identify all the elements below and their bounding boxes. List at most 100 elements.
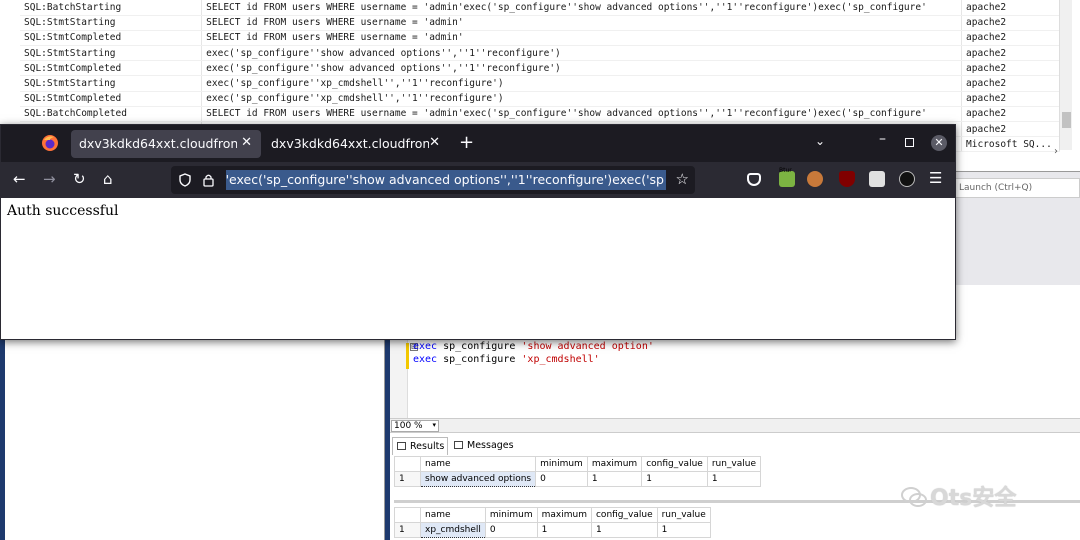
reload-icon[interactable]: ↻ <box>73 170 86 188</box>
table-row[interactable]: 1 xp_cmdshell 0 1 1 1 <box>394 522 711 538</box>
messages-icon <box>454 441 463 449</box>
grid-cell[interactable]: show advanced options <box>419 471 537 487</box>
trace-app-cell[interactable]: Microsoft SQ... <box>961 136 1060 153</box>
trace-textdata-cell[interactable]: exec('sp_configure''xp_cmdshell'',''1''r… <box>201 75 962 92</box>
trace-row[interactable]: SQL:StmtStarting exec('sp_configure''xp_c… <box>20 75 1060 92</box>
cat-extension-icon[interactable] <box>899 171 915 187</box>
trace-app-cell[interactable]: apache2 <box>961 91 1060 107</box>
url-input[interactable]: min'exec('sp_configure''show advanced op… <box>226 170 666 190</box>
forward-arrow-icon[interactable]: → <box>43 170 56 188</box>
trace-event-cell[interactable]: SQL:BatchStarting <box>20 0 203 16</box>
trace-textdata-cell[interactable]: SELECT id FROM users WHERE username = 'a… <box>201 0 962 16</box>
grid-cell[interactable]: 1 <box>641 471 708 487</box>
trace-app-cell[interactable]: apache2 <box>961 15 1060 31</box>
trace-textdata-cell[interactable]: SELECT id FROM users WHERE username = 'a… <box>201 106 962 123</box>
column-header[interactable]: run_value <box>656 507 711 523</box>
chevron-down-icon[interactable]: ⌄ <box>815 134 825 148</box>
trace-app-cell[interactable]: apache2 <box>961 121 1060 138</box>
trace-row[interactable]: SQL:BatchCompleted SELECT id FROM users W… <box>20 106 1060 123</box>
code-line-1[interactable]: exec sp_configure 'show advanced option' <box>413 341 654 352</box>
grid-cell[interactable]: 0 <box>484 522 538 538</box>
extension-box-icon[interactable] <box>869 171 885 187</box>
tab-title: dxv3kdkd64xxt.cloudfront.n <box>271 136 429 151</box>
trace-row[interactable]: SQL:StmtCompleted exec('sp_configure''xp_… <box>20 91 1060 107</box>
trace-app-cell[interactable]: apache2 <box>961 0 1060 16</box>
column-header[interactable]: config_value <box>641 456 708 472</box>
row-number[interactable]: 1 <box>394 522 421 538</box>
trace-app-cell[interactable]: apache2 <box>961 30 1060 47</box>
close-window-button[interactable]: ✕ <box>931 135 947 151</box>
new-tab-button[interactable]: + <box>459 132 474 153</box>
grid-cell[interactable]: 1 <box>536 522 592 538</box>
column-header[interactable]: minimum <box>484 507 538 523</box>
trace-row[interactable]: SQL:BatchStarting SELECT id FROM users WH… <box>20 0 1060 16</box>
wechat-icon <box>901 487 927 507</box>
tab-strip: dxv3kdkd64xxt.cloudfront.n ✕ dxv3kdkd64x… <box>1 125 955 162</box>
row-number[interactable]: 1 <box>394 471 421 487</box>
grid-header-row: name minimum maximum config_value run_va… <box>394 507 711 523</box>
trace-row[interactable]: SQL:StmtCompleted exec('sp_configure''sho… <box>20 60 1060 77</box>
trace-row[interactable]: SQL:StmtStarting exec('sp_configure''show… <box>20 45 1060 62</box>
trace-textdata-cell[interactable]: exec('sp_configure''show advanced option… <box>201 45 962 62</box>
grid-icon <box>397 442 406 450</box>
trace-event-cell[interactable]: SQL:StmtCompleted <box>20 30 203 47</box>
shield-icon[interactable] <box>179 173 191 187</box>
column-header[interactable]: name <box>420 507 486 523</box>
tab-results[interactable]: Results <box>392 437 448 455</box>
trace-row[interactable]: SQL:StmtCompleted SELECT id FROM users WH… <box>20 30 1060 47</box>
trace-app-cell[interactable]: apache2 <box>961 45 1060 62</box>
trace-textdata-cell[interactable]: SELECT id FROM users WHERE username = 'a… <box>201 30 962 47</box>
tab-messages[interactable]: Messages <box>450 437 520 455</box>
back-arrow-icon[interactable]: ← <box>13 170 26 188</box>
lock-icon[interactable] <box>203 173 214 187</box>
ublock-icon[interactable] <box>839 171 855 187</box>
quick-launch-input[interactable]: Launch (Ctrl+Q) <box>955 178 1080 198</box>
ssms-tab-strip <box>955 267 1080 285</box>
grid-cell[interactable]: 1 <box>706 471 762 487</box>
trace-app-cell[interactable]: apache2 <box>961 75 1060 92</box>
browser-tab-active[interactable]: dxv3kdkd64xxt.cloudfront.n ✕ <box>71 130 261 158</box>
trace-event-cell[interactable]: SQL:BatchCompleted <box>20 106 203 123</box>
grid-cell[interactable]: 1 <box>590 522 658 538</box>
trace-event-cell[interactable]: SQL:StmtStarting <box>20 15 203 31</box>
column-header[interactable]: config_value <box>590 507 658 523</box>
zoom-select[interactable]: 100 % ▾ <box>391 420 439 432</box>
trace-event-cell[interactable]: SQL:StmtCompleted <box>20 60 203 77</box>
grid-cell[interactable]: 0 <box>535 471 588 487</box>
trace-event-cell[interactable]: SQL:StmtStarting <box>20 45 203 62</box>
column-header[interactable]: run_value <box>706 456 762 472</box>
trace-textdata-cell[interactable]: exec('sp_configure''show advanced option… <box>201 60 962 77</box>
grid-cell[interactable]: 1 <box>656 522 711 538</box>
pocket-icon[interactable] <box>747 173 761 186</box>
browser-tab[interactable]: dxv3kdkd64xxt.cloudfront.n ✕ <box>263 130 449 158</box>
close-icon[interactable]: ✕ <box>241 135 252 150</box>
column-header[interactable]: minimum <box>535 456 588 472</box>
grid-cell[interactable]: 1 <box>586 471 643 487</box>
trace-event-cell[interactable]: SQL:StmtCompleted <box>20 91 203 107</box>
trace-app-cell[interactable]: apache2 <box>961 60 1060 77</box>
scrollbar-thumb[interactable] <box>1062 112 1071 128</box>
trace-row[interactable]: SQL:StmtStarting SELECT id FROM users WHE… <box>20 15 1060 31</box>
chevron-right-icon[interactable]: › <box>1054 146 1058 157</box>
extension-icon[interactable]: Btur <box>779 167 795 187</box>
trace-app-cell[interactable]: apache2 <box>961 106 1060 123</box>
profiler-vertical-scrollbar[interactable] <box>1059 0 1072 150</box>
star-icon[interactable]: ☆ <box>676 170 689 188</box>
cookie-icon[interactable] <box>807 171 823 187</box>
grid-cell[interactable]: xp_cmdshell <box>420 522 486 538</box>
address-bar[interactable]: min'exec('sp_configure''show advanced op… <box>171 166 695 194</box>
maximize-button[interactable] <box>905 138 914 147</box>
code-line-2[interactable]: exec sp_configure 'xp_cmdshell' <box>413 354 600 365</box>
hamburger-menu-icon[interactable]: ☰ <box>929 169 942 187</box>
table-row[interactable]: 1 show advanced options 0 1 1 1 <box>394 471 762 487</box>
column-header[interactable]: maximum <box>536 507 592 523</box>
close-icon[interactable]: ✕ <box>429 135 440 150</box>
home-icon[interactable]: ⌂ <box>103 170 113 188</box>
trace-event-cell[interactable]: SQL:StmtStarting <box>20 75 203 92</box>
minimize-button[interactable]: – <box>879 131 886 147</box>
trace-textdata-cell[interactable]: SELECT id FROM users WHERE username = 'a… <box>201 15 962 31</box>
column-header[interactable]: maximum <box>586 456 643 472</box>
watermark-text: Ots安全 <box>930 486 1017 511</box>
column-header[interactable]: name <box>419 456 537 472</box>
trace-textdata-cell[interactable]: exec('sp_configure''xp_cmdshell'',''1''r… <box>201 91 962 107</box>
